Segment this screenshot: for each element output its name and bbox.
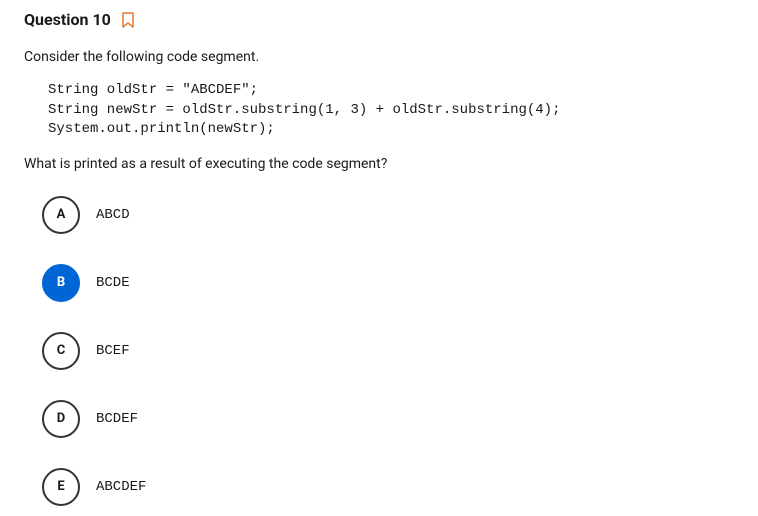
question-header: Question 10: [24, 10, 734, 29]
option-b[interactable]: B BCDE: [42, 264, 734, 302]
option-b-text: BCDE: [96, 275, 130, 291]
option-a-letter: A: [42, 196, 80, 234]
option-e-letter: E: [42, 468, 80, 506]
option-b-letter: B: [42, 264, 80, 302]
question-text: What is printed as a result of executing…: [24, 156, 734, 172]
option-d-letter: D: [42, 400, 80, 438]
code-segment: String oldStr = "ABCDEF"; String newStr …: [48, 81, 734, 140]
question-title: Question 10: [24, 10, 111, 29]
prompt-intro: Consider the following code segment.: [24, 49, 734, 65]
option-e[interactable]: E ABCDEF: [42, 468, 734, 506]
options-list: A ABCD B BCDE C BCEF D BCDEF E ABCDEF: [42, 196, 734, 506]
option-a[interactable]: A ABCD: [42, 196, 734, 234]
option-c-letter: C: [42, 332, 80, 370]
bookmark-icon[interactable]: [121, 12, 135, 28]
option-a-text: ABCD: [96, 207, 130, 223]
option-e-text: ABCDEF: [96, 479, 146, 495]
option-c[interactable]: C BCEF: [42, 332, 734, 370]
option-c-text: BCEF: [96, 343, 130, 359]
option-d[interactable]: D BCDEF: [42, 400, 734, 438]
option-d-text: BCDEF: [96, 411, 138, 427]
